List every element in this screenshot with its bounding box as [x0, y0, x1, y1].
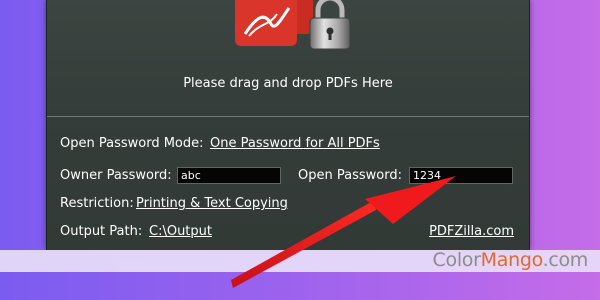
pdfzilla-website-link[interactable]: PDFZilla.com	[429, 224, 514, 239]
drop-instructions: Please drag and drop PDFs Here	[183, 76, 393, 91]
open-password-label: Open Password:	[298, 168, 402, 183]
open-password-mode-link[interactable]: One Password for All PDFs	[210, 136, 380, 151]
owner-password-input[interactable]	[177, 167, 281, 184]
restriction-label: Restriction:	[60, 196, 134, 211]
watermark-suffix: .com	[542, 249, 589, 271]
open-password-mode-label: Open Password Mode:	[60, 136, 204, 151]
colormango-watermark: ColorMango.com	[432, 249, 589, 271]
owner-password-label: Owner Password:	[60, 168, 172, 183]
output-path-link[interactable]: C:\Output	[149, 224, 212, 239]
watermark-brand: Mango	[480, 249, 543, 271]
padlock-icon	[309, 0, 351, 50]
output-path-label: Output Path:	[60, 224, 143, 239]
watermark-prefix: Color	[432, 249, 481, 271]
restriction-link[interactable]: Printing & Text Copying	[136, 196, 288, 211]
pdf-drop-zone[interactable]: Please drag and drop PDFs Here	[47, 0, 529, 116]
open-password-input[interactable]	[409, 167, 513, 184]
section-divider	[47, 116, 529, 117]
pdf-password-window: Please drag and drop PDFs Here Open Pass…	[46, 0, 530, 250]
pdf-file-icon	[235, 0, 297, 46]
